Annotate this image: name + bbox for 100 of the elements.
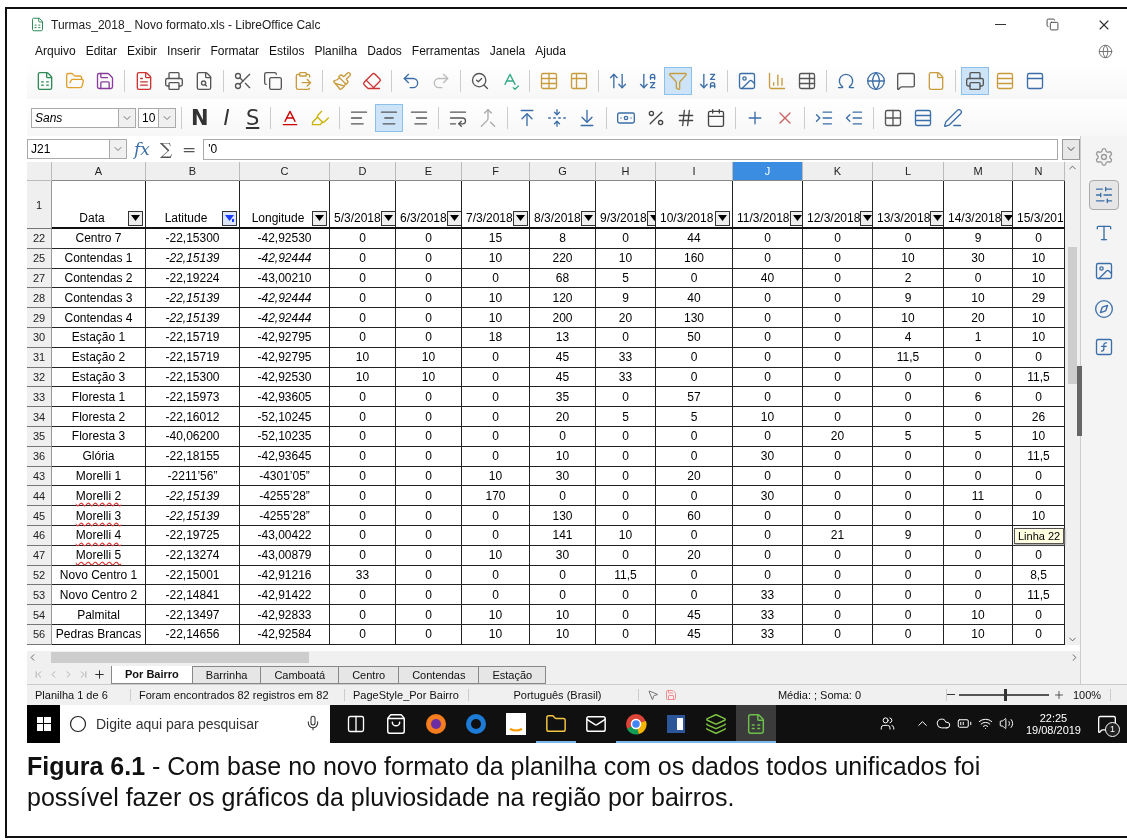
sheet-tab[interactable]: Centro <box>338 665 400 684</box>
column-header[interactable]: I <box>656 162 733 181</box>
table-cell: 0 <box>974 468 982 483</box>
notifications-button[interactable]: 1 <box>1093 708 1121 739</box>
row-header[interactable]: 28 <box>27 288 52 309</box>
table-cell: 0 <box>764 369 771 384</box>
column-header[interactable]: D <box>330 162 396 181</box>
table-cell: 0 <box>764 429 771 444</box>
format-button[interactable]: S <box>240 103 265 132</box>
name-box[interactable]: J21 <box>27 139 127 159</box>
sheet-tab[interactable]: Barrinha <box>191 665 262 684</box>
table-cell: Contendas 1 <box>64 251 133 266</box>
column-header[interactable]: E <box>396 162 462 181</box>
table-cell: 10 <box>355 369 370 384</box>
row-header[interactable]: 54 <box>27 605 52 625</box>
table-cell: 9 <box>974 231 982 246</box>
column-header[interactable]: L <box>873 162 944 181</box>
menu-item[interactable]: Ferramentas <box>406 42 485 60</box>
row-header[interactable]: 29 <box>27 308 52 328</box>
table-cell: 10 <box>555 449 570 464</box>
menu-item[interactable]: Estilos <box>264 42 310 60</box>
table-cell: 0 <box>559 429 566 444</box>
table-cell: 0 <box>834 607 841 622</box>
sheet-tab[interactable]: Estação <box>478 665 547 684</box>
table-cell: 4 <box>904 330 912 345</box>
table-cell: -42,91422 <box>257 587 312 602</box>
table-cell: 0 <box>904 389 912 404</box>
table-cell: 0 <box>1035 389 1042 404</box>
menu-item[interactable]: Exibir <box>122 42 163 60</box>
table-cell: 1 <box>974 330 982 345</box>
table-cell: 0 <box>834 449 841 464</box>
table-cell: Morelli 4 <box>75 528 122 543</box>
row-header[interactable]: 34 <box>27 407 52 427</box>
header-label: 11/3/2018 <box>737 211 790 226</box>
search-field[interactable]: Digite aqui para pesquisar <box>60 704 330 743</box>
table-cell: 0 <box>1035 231 1042 246</box>
menu-item[interactable]: Formatar <box>205 42 265 60</box>
table-cell: 0 <box>425 488 432 503</box>
table-cell: Glória <box>82 449 115 464</box>
table-cell: 20 <box>687 548 701 563</box>
row-header[interactable]: 44 <box>27 486 52 507</box>
table-cell: 10 <box>421 369 436 384</box>
table-cell: 0 <box>425 290 432 305</box>
table-cell: 0 <box>425 607 432 622</box>
row-header[interactable]: 33 <box>27 387 52 408</box>
menu-item[interactable]: Janela <box>484 42 531 60</box>
table-cell: -22,15139 <box>165 310 220 325</box>
column-header[interactable]: M <box>944 162 1013 181</box>
column-header[interactable]: B <box>146 162 240 181</box>
table-cell: 10 <box>488 310 503 325</box>
header-label: 9/3/2018 <box>600 211 647 226</box>
sheet-tab[interactable]: Por Bairro <box>111 665 193 684</box>
table-cell: -22,15001 <box>165 567 220 582</box>
sheet-tab[interactable]: Contendas <box>398 665 480 684</box>
table-cell: 5 <box>904 429 912 444</box>
formula-input[interactable]: '0 <box>203 138 1058 160</box>
function-wizard-button[interactable]: fx <box>131 139 153 159</box>
table-cell: 0 <box>359 231 366 246</box>
header-label: Data <box>78 211 106 226</box>
column-header[interactable]: K <box>803 162 873 181</box>
row-header[interactable]: 22 <box>27 229 52 249</box>
formula-button[interactable]: = <box>179 139 200 159</box>
table-cell: 0 <box>834 627 841 642</box>
sum-button[interactable]: ∑ <box>156 139 176 159</box>
format-button[interactable]: I <box>214 103 239 132</box>
column-header[interactable]: G <box>530 162 596 181</box>
format-button[interactable]: N <box>187 103 213 132</box>
menu-item[interactable]: Arquivo <box>30 42 81 60</box>
column-header[interactable]: H <box>596 162 656 181</box>
menu-item[interactable]: Inserir <box>162 42 206 60</box>
table-cell: 0 <box>904 369 912 384</box>
table-cell: 0 <box>622 429 629 444</box>
table-cell: -42,92795 <box>257 330 312 345</box>
table-cell: -22,14841 <box>165 587 220 602</box>
column-header[interactable]: N <box>1013 162 1065 181</box>
row-header[interactable]: 53 <box>27 585 52 606</box>
menu-item[interactable]: Editar <box>80 42 123 60</box>
menu-item[interactable]: Planilha <box>309 42 363 60</box>
font-size-field[interactable]: 10 <box>138 107 176 128</box>
font-name-field[interactable]: Sans <box>31 107 136 128</box>
menu-item[interactable]: Dados <box>362 42 407 60</box>
zoom-level: 100% <box>1065 688 1111 701</box>
column-header[interactable]: C <box>240 162 330 181</box>
column-header[interactable]: F <box>462 162 530 181</box>
table-cell: 0 <box>359 429 366 444</box>
table-cell: 0 <box>359 310 366 325</box>
column-header[interactable]: A <box>52 162 146 181</box>
window-title: Turmas_2018_ Novo formato.xls - LibreOffice Calc <box>51 17 322 32</box>
sheet-tab[interactable]: Camboatá <box>260 665 340 684</box>
menu-item[interactable]: Ajuda <box>530 42 571 60</box>
table-cell: -22,13497 <box>165 607 220 622</box>
table-cell: 0 <box>425 251 432 266</box>
table-cell: 0 <box>904 607 912 622</box>
table-cell: -22,16012 <box>165 409 220 424</box>
table-cell: 10 <box>1031 271 1046 285</box>
table-cell: 0 <box>834 587 841 602</box>
table-cell: -43,00879 <box>257 548 312 563</box>
row-header[interactable]: 45 <box>27 506 52 526</box>
row-header[interactable]: 1 <box>27 181 52 229</box>
table-cell: 0 <box>1035 627 1042 642</box>
